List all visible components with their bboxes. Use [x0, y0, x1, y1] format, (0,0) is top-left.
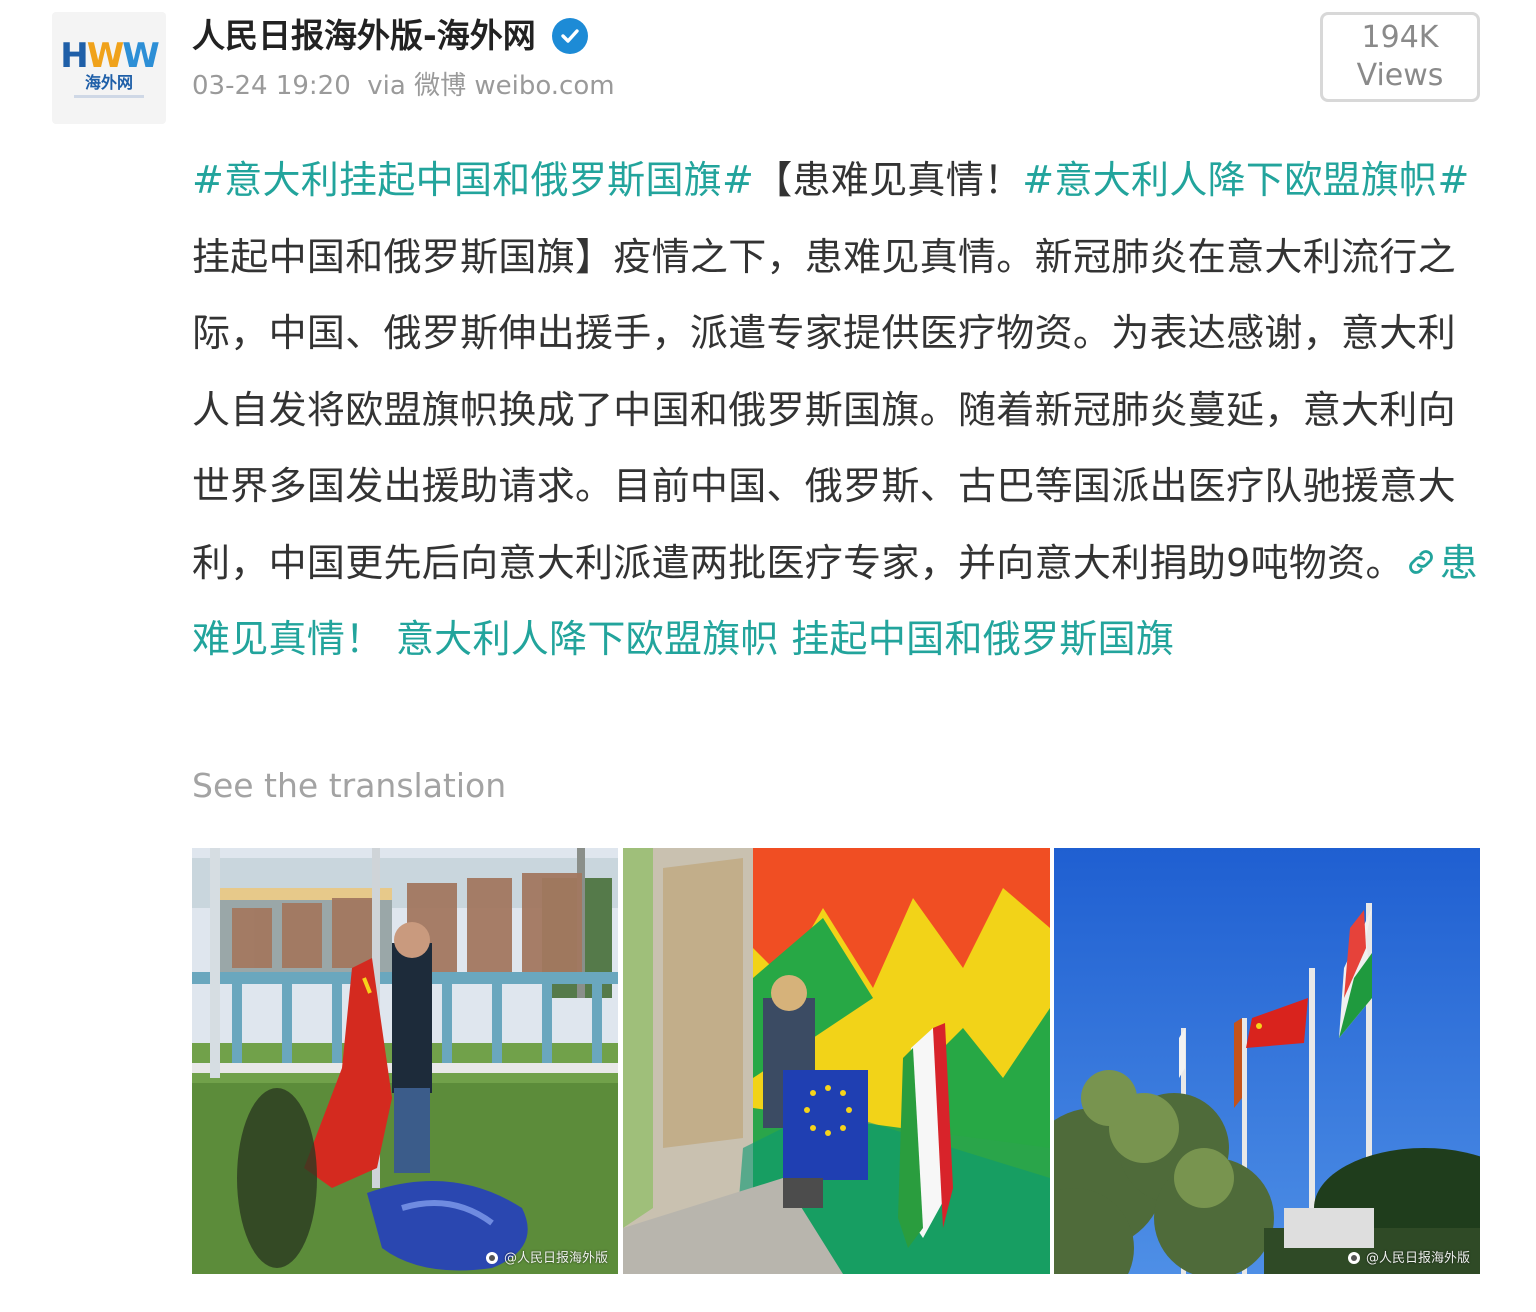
post-body: #意大利挂起中国和俄罗斯国旗#【患难见真情！#意大利人降下欧盟旗帜# 挂起中国和…: [192, 142, 1482, 678]
post-text-intro: 【患难见真情！: [754, 158, 1023, 202]
photo-watermark: @人民日报海外版: [1346, 1247, 1470, 1266]
avatar-subtitle: 海外网: [84, 73, 133, 92]
verified-badge-icon: [551, 18, 588, 54]
weibo-icon: [485, 1251, 498, 1264]
avatar-underline: [74, 95, 144, 98]
author-row: 人民日报海外版-海外网: [192, 14, 588, 58]
link-icon: [1408, 549, 1433, 574]
hashtag-eu-flag[interactable]: #意大利人降下欧盟旗帜#: [1022, 158, 1469, 202]
photo-woman-holding-eu-flag[interactable]: [623, 848, 1050, 1274]
photo-grid: @人民日报海外版 @人民日报海外版: [192, 848, 1480, 1274]
hashtag-italy-flags[interactable]: #意大利挂起中国和俄罗斯国旗#: [192, 158, 754, 202]
post-meta: 03-24 19:20 via 微博 weibo.com: [192, 68, 615, 104]
photo-flags-on-poles[interactable]: @人民日报海外版: [1054, 848, 1480, 1274]
avatar[interactable]: HWW 海外网: [52, 12, 166, 124]
post-source: via 微博 weibo.com: [367, 71, 615, 101]
translate-link[interactable]: See the translation: [192, 764, 506, 808]
post-text-main: 挂起中国和俄罗斯国旗】疫情之下，患难见真情。新冠肺炎在意大利流行之际，中国、俄罗…: [192, 234, 1456, 585]
photo-man-raising-chinese-flag[interactable]: @人民日报海外版: [192, 848, 618, 1274]
avatar-logo: HWW: [60, 36, 159, 76]
views-label: Views: [1356, 58, 1444, 93]
views-count: 194K: [1361, 20, 1439, 55]
post-time: 03-24 19:20: [192, 71, 351, 101]
author-name[interactable]: 人民日报海外版-海外网: [192, 14, 536, 58]
weibo-icon: [1347, 1251, 1360, 1264]
photo-watermark: @人民日报海外版: [484, 1247, 608, 1266]
views-counter: 194K Views: [1320, 12, 1480, 102]
